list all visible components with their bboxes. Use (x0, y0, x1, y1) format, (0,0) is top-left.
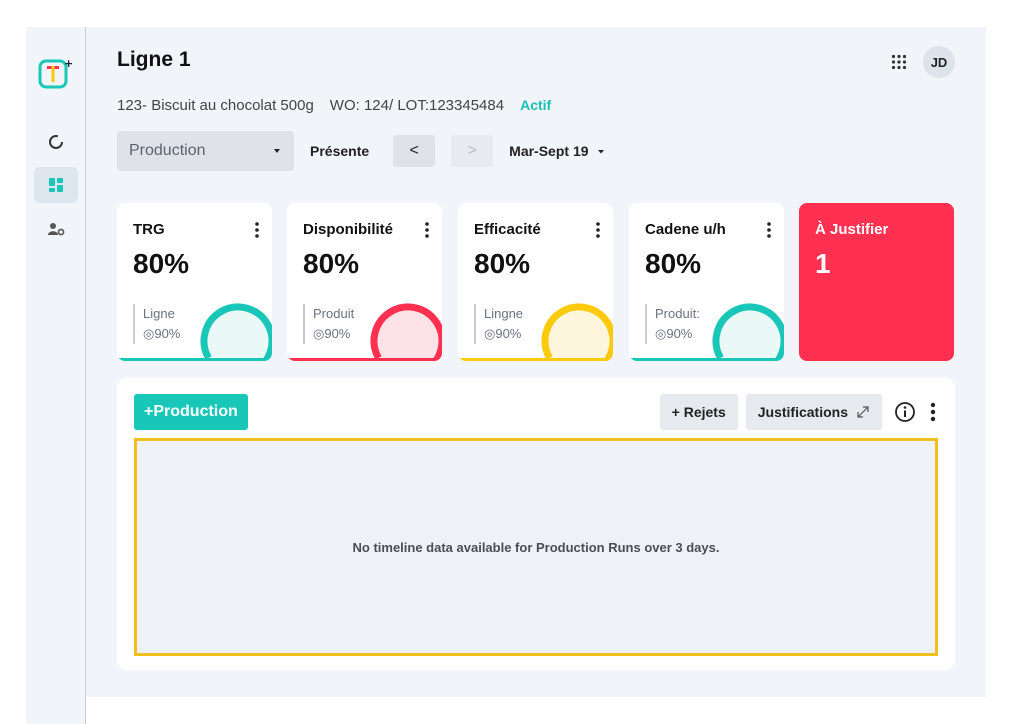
kebab-icon[interactable] (254, 221, 260, 239)
product-name: 123- Biscuit au chocolat 500g (117, 97, 314, 114)
info-icon[interactable] (894, 401, 916, 423)
target-icon: ◎ (484, 326, 496, 341)
target-icon: ◎ (143, 326, 155, 341)
production-timeline[interactable]: No timeline data available for Productio… (134, 438, 938, 656)
kpi-value: 80% (303, 248, 360, 279)
kpi-card-a-justifier[interactable]: À Justifier 1 (799, 203, 954, 361)
kpi-foot-label: Produit: (655, 306, 700, 321)
kpi-target-value: 90% (495, 326, 522, 341)
caret-down-icon (274, 149, 280, 153)
chevron-left-icon: < (409, 142, 419, 159)
kpi-card-cadence[interactable]: Cadene u/h 80% Produit: ◎90% (629, 203, 784, 361)
kpi-footer: Produit: ◎90% (645, 304, 700, 344)
sidebar: + (26, 27, 86, 724)
kpi-foot-label: Ligne (143, 306, 175, 321)
kpi-foot-label: Lingne (484, 306, 524, 321)
kpi-card-efficacite[interactable]: Efficacité 80% Lingne ◎90% (458, 203, 613, 361)
date-range-select[interactable]: Mar-Sept 19 (509, 143, 604, 159)
app-logo-icon[interactable]: + (38, 57, 72, 91)
kpi-accent-line (629, 358, 784, 361)
kpi-label: Cadene u/h (645, 221, 726, 238)
kpi-card-disponibilite[interactable]: Disponibilité 80% Produit ◎90% (287, 203, 442, 361)
kpi-gauge (712, 303, 784, 361)
panel-actions: + Rejets Justifications (659, 394, 938, 430)
kpi-card-trg[interactable]: TRG 80% Ligne ◎90% (117, 203, 272, 361)
app-window: + Ligne 1 JD 123- Biscuit au chocolat 50… (26, 27, 986, 724)
svg-text:+: + (64, 57, 72, 70)
caret-down-icon (597, 149, 604, 153)
status-badge: Actif (520, 97, 552, 113)
kpi-label: Efficacité (474, 221, 541, 238)
kpi-gauge (200, 303, 272, 361)
prev-period-button[interactable]: < (393, 135, 436, 167)
top-right-actions: JD (891, 46, 955, 78)
next-period-button[interactable]: > (451, 135, 494, 167)
date-range-value: Mar-Sept 19 (509, 143, 589, 159)
add-rejects-button[interactable]: + Rejets (659, 394, 738, 430)
kpi-value: 80% (133, 248, 190, 279)
justifications-label: Justifications (757, 404, 848, 420)
timeline-empty-message: No timeline data available for Productio… (352, 539, 720, 555)
sidebar-item-dashboard[interactable] (34, 124, 78, 160)
kpi-target-value: 90% (324, 326, 351, 341)
target-icon: ◎ (313, 326, 325, 341)
user-gear-icon (48, 223, 65, 236)
kpi-footer: Produit ◎90% (303, 304, 354, 344)
mode-label: Présente (310, 143, 370, 159)
justifications-button[interactable]: Justifications (745, 394, 882, 430)
view-select[interactable]: Production (117, 131, 294, 171)
kpi-label: À Justifier (815, 221, 889, 238)
kpi-value: 80% (474, 248, 531, 279)
avatar[interactable]: JD (923, 46, 955, 78)
main-content: Ligne 1 JD 123- Biscuit au chocolat 500g… (117, 27, 955, 697)
kpi-footer: Ligne ◎90% (133, 304, 180, 344)
kpi-target: ◎90% (655, 324, 700, 344)
kpi-gauge (541, 303, 613, 361)
kpi-label: Disponibilité (303, 221, 393, 238)
kpi-target: ◎90% (143, 324, 180, 344)
kpi-cards: TRG 80% Ligne ◎90% Disponibilité 80% Pro… (117, 203, 955, 361)
chevron-right-icon: > (467, 142, 477, 159)
kpi-foot-label: Produit (313, 306, 355, 321)
production-panel: +Production + Rejets Justifications No t… (117, 378, 955, 670)
work-order-lot: WO: 124/ LOT:123345484 (329, 97, 505, 114)
donut-chart-icon (49, 135, 63, 149)
grid-icon (49, 178, 63, 192)
kpi-accent-line (287, 358, 442, 361)
expand-icon (857, 406, 869, 418)
kebab-icon[interactable] (766, 221, 772, 239)
kebab-icon[interactable] (928, 401, 938, 423)
kpi-footer: Lingne ◎90% (474, 304, 523, 344)
kpi-value: 1 (815, 248, 831, 279)
add-production-button[interactable]: +Production (134, 394, 248, 430)
kpi-label: TRG (133, 221, 165, 238)
kpi-accent-line (458, 358, 613, 361)
kpi-target: ◎90% (313, 324, 354, 344)
kpi-target-value: 90% (666, 326, 693, 341)
page-title: Ligne 1 (117, 48, 191, 71)
kpi-accent-line (117, 358, 272, 361)
kebab-icon[interactable] (595, 221, 601, 239)
sidebar-item-overview[interactable] (34, 167, 78, 203)
target-icon: ◎ (655, 326, 667, 341)
kpi-gauge (370, 303, 442, 361)
filter-controls: Production Présente < > Mar-Sept 19 (117, 131, 605, 171)
kebab-icon[interactable] (424, 221, 430, 239)
view-select-value: Production (129, 142, 206, 159)
product-info: 123- Biscuit au chocolat 500g WO: 124/ L… (117, 97, 551, 114)
kpi-target: ◎90% (484, 324, 523, 344)
sidebar-item-user-settings[interactable] (34, 211, 78, 247)
kpi-target-value: 90% (154, 326, 181, 341)
apps-dots-icon[interactable] (891, 54, 907, 70)
kpi-value: 80% (645, 248, 702, 279)
